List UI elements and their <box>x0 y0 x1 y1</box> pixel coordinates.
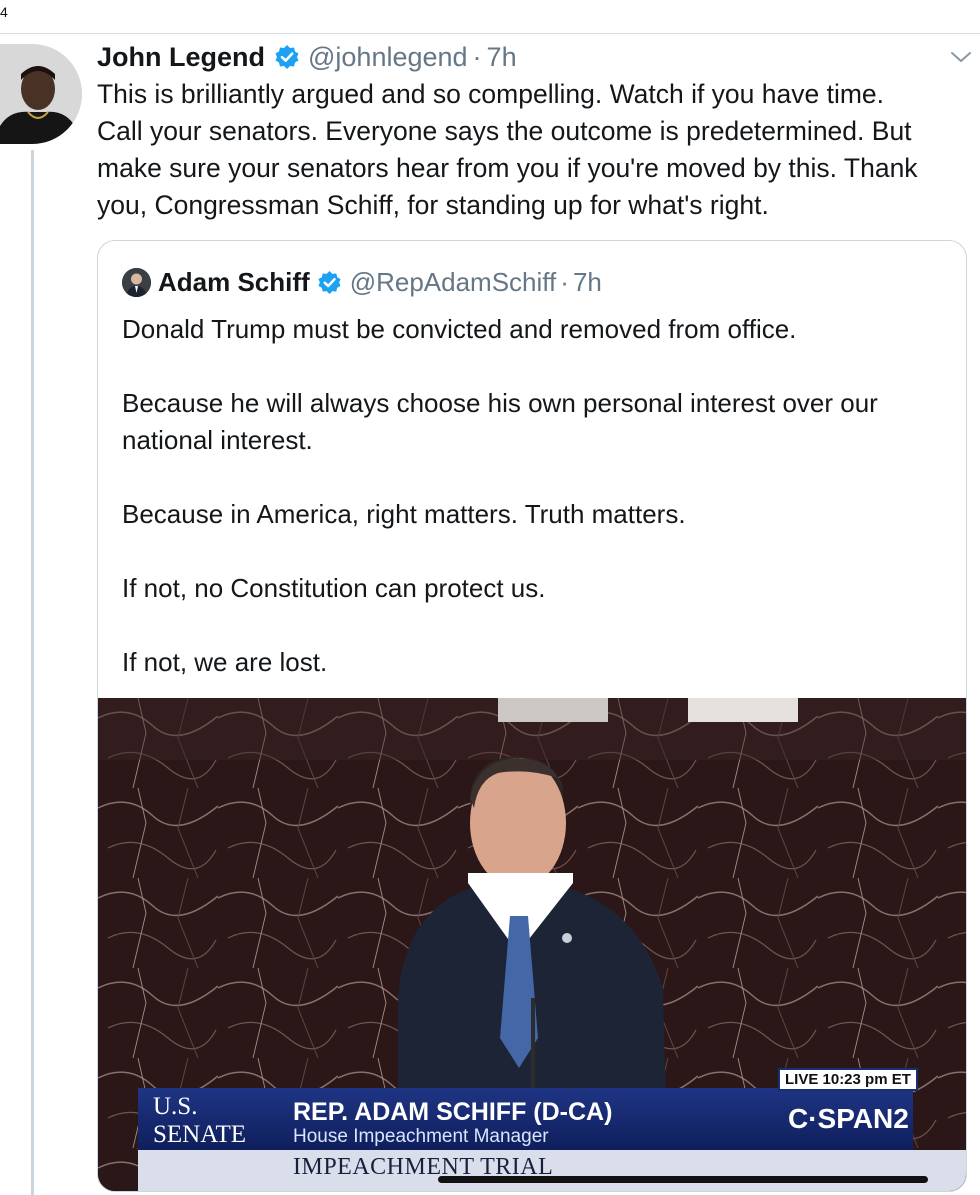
author-name[interactable]: John Legend <box>97 42 265 73</box>
quoted-author-name[interactable]: Adam Schiff <box>158 267 310 298</box>
quoted-paragraph: If not, we are lost. <box>122 647 328 677</box>
quoted-tweet-header: Adam Schiff @RepAdamSchiff · 7h <box>122 265 602 299</box>
tweet-text-line: Call your senators. Everyone says the ou… <box>97 116 912 146</box>
quoted-paragraph: Because in America, right matters. Truth… <box>122 499 686 529</box>
tweet-time[interactable]: 7h <box>487 42 517 73</box>
tweet-header: John Legend @johnlegend · 7h <box>97 40 517 74</box>
chevron-down-icon[interactable] <box>950 50 972 64</box>
tweet-text: This is brilliantly argued and so compel… <box>97 76 967 224</box>
separator-dot: · <box>472 41 482 72</box>
top-fragment-text: 4 <box>0 4 8 20</box>
quoted-paragraph: Because he will always choose his own pe… <box>122 388 878 455</box>
quoted-tweet-text: Donald Trump must be convicted and remov… <box>122 311 952 718</box>
video-player[interactable]: U.S. SENATE LIVE 10:23 pm ET REP. ADAM S… <box>98 698 966 1191</box>
quoted-paragraph: If not, no Constitution can protect us. <box>122 573 546 603</box>
tweet-text-line: This is brilliantly argued and so compel… <box>97 79 885 109</box>
quoted-paragraph: Donald Trump must be convicted and remov… <box>122 314 797 344</box>
live-badge: LIVE 10:23 pm ET <box>778 1068 918 1091</box>
quoted-tweet-time[interactable]: 7h <box>573 267 602 298</box>
chyron-title: House Impeachment Manager <box>293 1126 549 1147</box>
tweet-text-line: you, Congressman Schiff, for standing up… <box>97 190 769 220</box>
video-scrub-bar[interactable] <box>438 1176 928 1183</box>
senate-logo: U.S. SENATE <box>138 1088 276 1191</box>
senate-logo-line: SENATE <box>153 1121 247 1148</box>
avatar[interactable] <box>0 44 82 144</box>
chyron-name: REP. ADAM SCHIFF (D-CA) <box>293 1098 613 1126</box>
author-handle[interactable]: @johnlegend <box>308 42 468 73</box>
thread-line <box>31 150 34 1195</box>
senate-logo-line: U.S. <box>153 1093 198 1120</box>
quoted-author-handle[interactable]: @RepAdamSchiff <box>350 267 557 298</box>
verified-badge-icon <box>317 270 342 295</box>
quoted-avatar[interactable] <box>122 267 151 297</box>
verified-badge-icon <box>274 44 300 70</box>
quoted-tweet-card[interactable]: Adam Schiff @RepAdamSchiff · 7h Donald T… <box>97 240 967 1192</box>
separator-dot: · <box>560 266 569 297</box>
network-logo: C·SPAN2 <box>788 1103 909 1134</box>
top-strip: 4 <box>0 0 980 34</box>
tweet-text-line: make sure your senators hear from you if… <box>97 153 918 183</box>
